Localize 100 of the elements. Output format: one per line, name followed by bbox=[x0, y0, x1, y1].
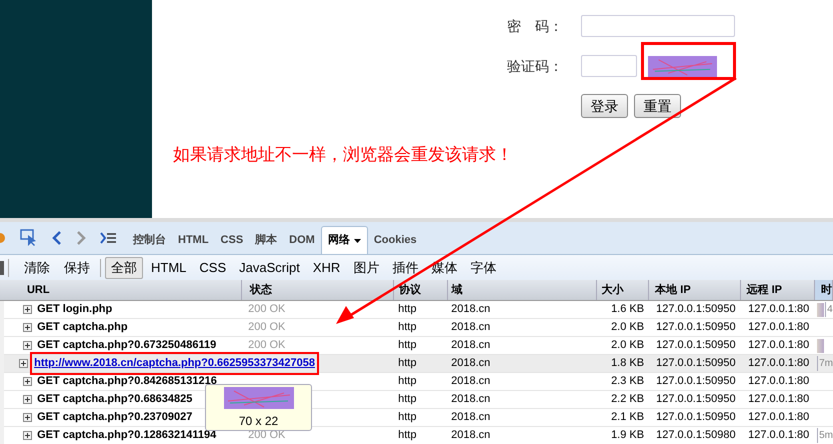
toolbar-button[interactable]: 保持 bbox=[60, 258, 94, 278]
back-icon[interactable] bbox=[52, 230, 62, 246]
filter-button[interactable]: HTML bbox=[147, 256, 190, 278]
devtools-tab[interactable]: HTML bbox=[172, 226, 215, 254]
size-text: 2.0 KB bbox=[611, 321, 644, 334]
devtools-tab[interactable]: DOM bbox=[283, 226, 321, 254]
captcha-preview bbox=[224, 387, 294, 409]
column-header[interactable]: 时 bbox=[815, 280, 833, 300]
timeline-text: 7m bbox=[817, 356, 833, 371]
devtools-tab[interactable]: Cookies bbox=[368, 226, 423, 254]
column-header[interactable]: 大小 bbox=[596, 280, 650, 300]
remote-ip-text: 127.0.0.1:80 bbox=[748, 375, 810, 388]
timeline-bar bbox=[817, 338, 824, 352]
local-ip-text: 127.0.0.1:50950 bbox=[656, 339, 736, 352]
form-button[interactable]: 登录 bbox=[581, 94, 628, 118]
status-text: 200 OK bbox=[248, 321, 286, 334]
request-link[interactable]: http://www.2018.cn/captcha.php?0.6625953373427058 bbox=[33, 355, 316, 372]
protocol-text: http bbox=[398, 303, 416, 316]
size-text: 2.2 KB bbox=[611, 393, 644, 406]
column-header[interactable]: 状态 bbox=[242, 280, 394, 300]
request-url: GET captcha.php?0.842685131216 bbox=[37, 374, 217, 390]
timeline-text: 4 bbox=[825, 302, 833, 317]
expand-icon[interactable] bbox=[23, 305, 32, 314]
local-ip-text: 127.0.0.1:50950 bbox=[656, 411, 736, 424]
expand-icon[interactable] bbox=[19, 359, 28, 368]
request-row[interactable]: GET captcha.php?0.842685131216 http 2018.cn 2.3 KB 127.0.0.1:50950 127.0.0.1:80 bbox=[4, 373, 833, 391]
timeline-bar bbox=[817, 302, 824, 316]
domain-text: 2018.cn bbox=[451, 375, 490, 388]
expand-icon[interactable] bbox=[23, 323, 32, 332]
request-row[interactable]: GET captcha.php 200 OK http 2018.cn 2.0 KB 127.0.0.1:50950 127.0.0.1:80 bbox=[4, 319, 833, 337]
remote-ip-text: 127.0.0.1:80 bbox=[748, 303, 810, 316]
size-text: 2.0 KB bbox=[611, 339, 644, 352]
remote-ip-text: 127.0.0.1:80 bbox=[748, 357, 810, 370]
local-ip-text: 127.0.0.1:50950 bbox=[656, 375, 736, 388]
filter-button[interactable]: 字体 bbox=[466, 256, 500, 278]
request-row[interactable]: GET captcha.php?0.673250486119 200 OK http 2018.cn 2.0 KB 127.0.0.1:50950 127.0.0.1:80 bbox=[4, 337, 833, 355]
devtools-tab[interactable]: CSS bbox=[214, 226, 250, 254]
filter-button[interactable]: 图片 bbox=[349, 256, 384, 278]
domain-text: 2018.cn bbox=[451, 429, 490, 442]
expand-icon[interactable] bbox=[23, 341, 32, 350]
expand-icon[interactable] bbox=[23, 431, 32, 440]
toolbar-button[interactable]: 清除 bbox=[20, 258, 54, 278]
column-header[interactable]: 域 bbox=[448, 280, 597, 300]
column-header[interactable]: 协议 bbox=[394, 280, 448, 300]
annotation-text: 如果请求地址不一样，浏览器会重发该请求！ bbox=[172, 144, 514, 166]
remote-ip-text: 127.0.0.1:80 bbox=[748, 321, 810, 334]
request-row[interactable]: http://www.2018.cn/captcha.php?0.6625953373427058 http 2018.cn 1.8 KB 127.0.0.1:50950 127.0.0.1:80 7m bbox=[4, 355, 833, 373]
size-text: 1.9 KB bbox=[611, 429, 644, 442]
domain-text: 2018.cn bbox=[451, 321, 490, 334]
inspect-icon[interactable] bbox=[20, 229, 38, 247]
expand-icon[interactable] bbox=[23, 413, 32, 422]
protocol-text: http bbox=[398, 429, 416, 442]
devtools-tab[interactable]: 脚本 bbox=[249, 226, 284, 254]
request-url: GET captcha.php?0.23709027 bbox=[37, 410, 192, 426]
protocol-text: http bbox=[398, 321, 416, 334]
field-label: 密 码： bbox=[507, 16, 564, 36]
image-dimensions: 70 x 22 bbox=[238, 413, 278, 430]
local-ip-text: 127.0.0.1:50950 bbox=[656, 393, 736, 406]
remote-ip-text: 127.0.0.1:80 bbox=[748, 339, 810, 352]
request-url: GET login.php bbox=[37, 302, 112, 318]
size-text: 1.8 KB bbox=[611, 357, 644, 370]
local-ip-text: 127.0.0.1:50950 bbox=[656, 303, 736, 316]
domain-text: 2018.cn bbox=[451, 303, 490, 316]
domain-text: 2018.cn bbox=[451, 339, 490, 352]
command-line-icon[interactable] bbox=[100, 232, 117, 244]
protocol-text: http bbox=[398, 339, 416, 352]
size-text: 2.1 KB bbox=[611, 411, 644, 424]
devtools-tab[interactable]: 控制台 bbox=[127, 226, 172, 254]
remote-ip-text: 127.0.0.1:80 bbox=[748, 393, 810, 406]
filter-button[interactable]: CSS bbox=[195, 256, 230, 278]
local-ip-text: 127.0.0.1:50950 bbox=[656, 321, 736, 334]
request-url: GET captcha.php?0.68634825 bbox=[37, 392, 192, 408]
local-ip-text: 127.0.0.1:50980 bbox=[656, 429, 736, 442]
request-row[interactable]: GET login.php 200 OK http 2018.cn 1.6 KB 127.0.0.1:50950 127.0.0.1:80 4 bbox=[4, 301, 833, 319]
password-field[interactable] bbox=[581, 15, 735, 37]
size-text: 2.3 KB bbox=[611, 375, 644, 388]
expand-icon[interactable] bbox=[23, 395, 32, 404]
devtools-tab[interactable]: 网络 bbox=[320, 226, 368, 254]
local-ip-text: 127.0.0.1:50950 bbox=[656, 357, 736, 370]
status-text: 200 OK bbox=[248, 339, 286, 352]
protocol-text: http bbox=[398, 357, 416, 370]
size-text: 1.6 KB bbox=[611, 303, 644, 316]
remote-ip-text: 127.0.0.1:80 bbox=[748, 429, 810, 442]
domain-text: 2018.cn bbox=[451, 357, 490, 370]
expand-icon[interactable] bbox=[23, 377, 32, 386]
captcha-image bbox=[648, 56, 717, 76]
filter-button[interactable]: 插件 bbox=[388, 256, 422, 278]
protocol-text: http bbox=[398, 411, 416, 424]
protocol-text: http bbox=[398, 375, 416, 388]
column-header[interactable]: URL bbox=[8, 280, 242, 300]
field-label: 验证码： bbox=[507, 56, 564, 76]
filter-button[interactable]: JavaScript bbox=[235, 256, 304, 278]
filter-button[interactable]: 全部 bbox=[105, 256, 143, 278]
form-button[interactable]: 重置 bbox=[634, 94, 681, 118]
column-header[interactable]: 本地 IP bbox=[649, 280, 741, 300]
protocol-text: http bbox=[398, 393, 416, 406]
status-text: 200 OK bbox=[248, 303, 286, 316]
filter-button[interactable]: XHR bbox=[308, 256, 344, 278]
remote-ip-text: 127.0.0.1:80 bbox=[748, 411, 810, 424]
captcha-field[interactable] bbox=[581, 55, 637, 77]
